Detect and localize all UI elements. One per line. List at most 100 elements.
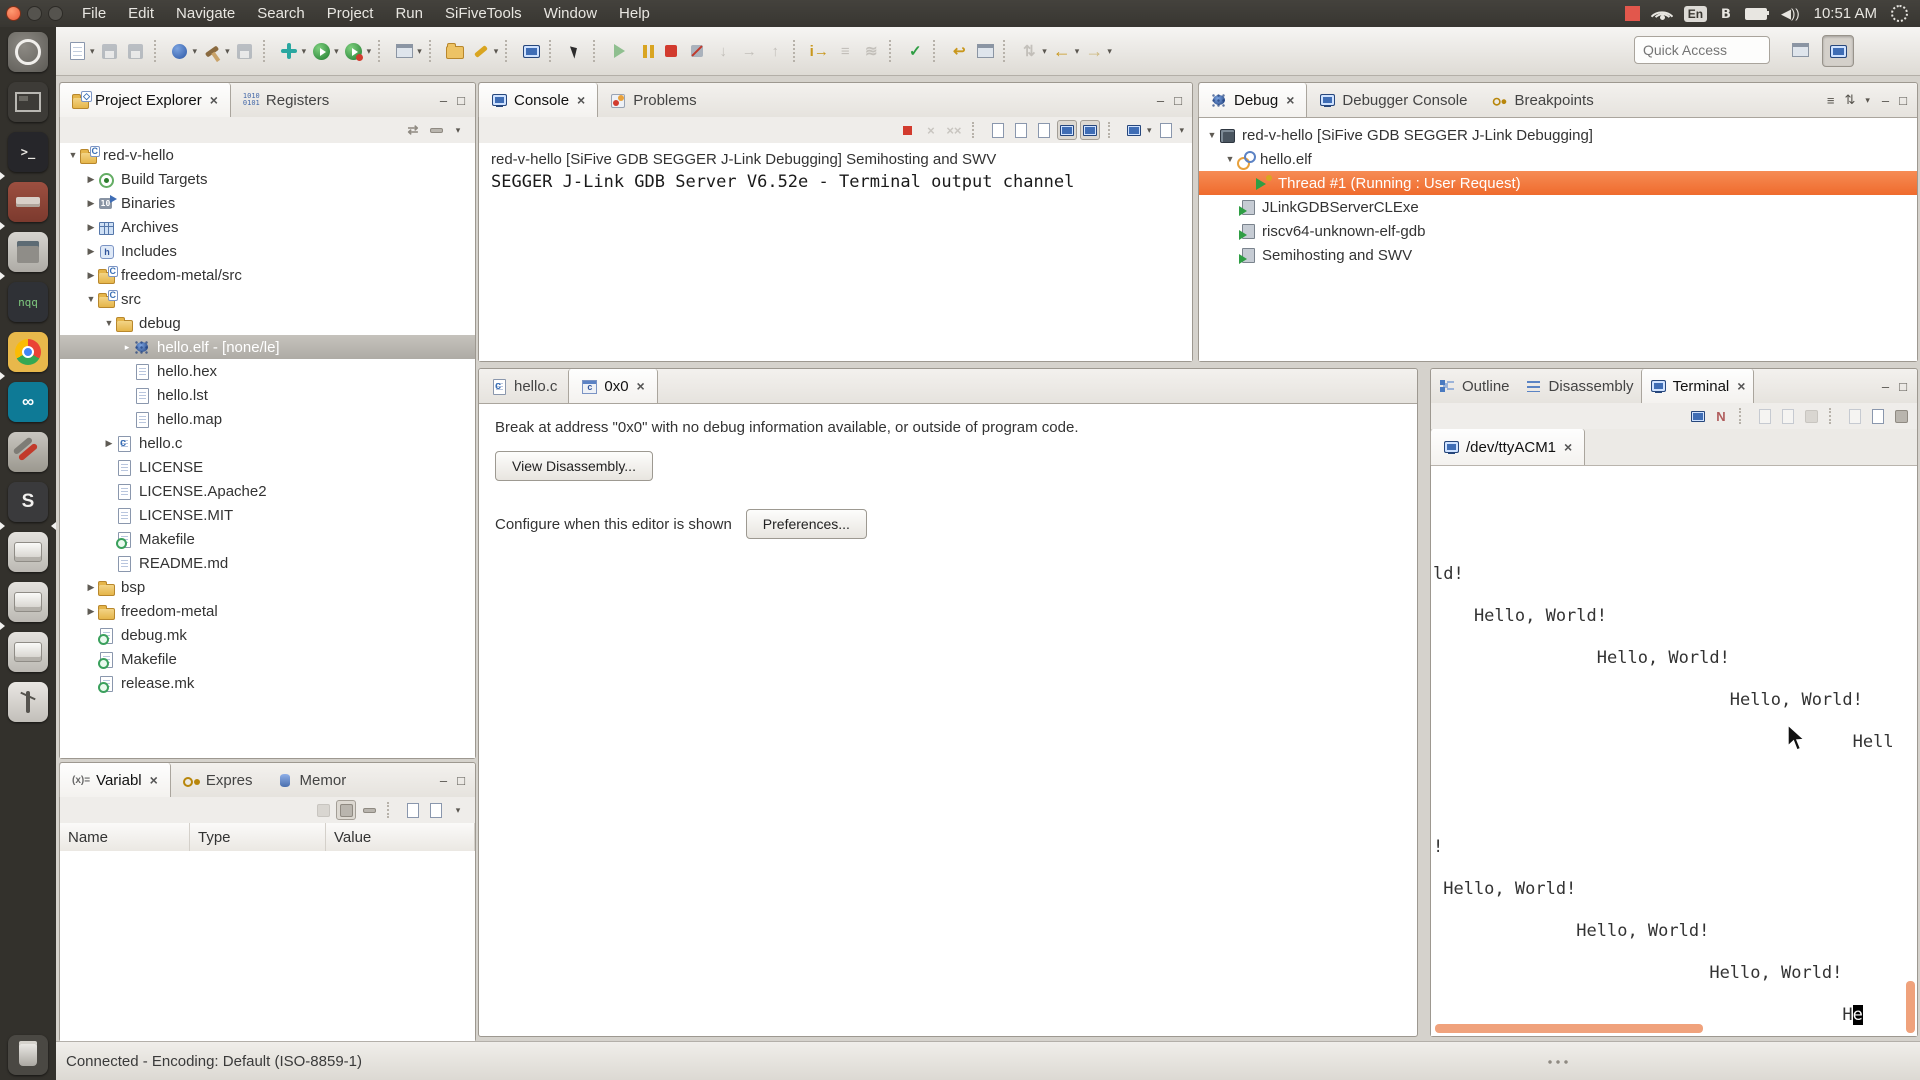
menu-navigate[interactable]: Navigate <box>165 0 246 27</box>
detail-pane-icon[interactable] <box>426 800 446 820</box>
open-perspective-button[interactable] <box>1785 35 1815 65</box>
launcher-calculator[interactable] <box>8 232 48 272</box>
debug-item-selected[interactable]: Thread #1 (Running : User Request) <box>1199 171 1917 195</box>
launcher-terminal[interactable]: >_ <box>8 132 48 172</box>
tab-0x0[interactable]: 0x0 × <box>568 369 657 403</box>
launcher-usb-drive[interactable] <box>8 682 48 722</box>
maximize-icon[interactable]: □ <box>457 93 465 108</box>
tab-memory[interactable]: Memor <box>265 763 359 797</box>
external-tools-button[interactable] <box>168 39 192 63</box>
tree-item[interactable]: ▶hello.c <box>60 431 475 455</box>
show-logical-structure-icon[interactable] <box>336 800 356 820</box>
column-type[interactable]: Type <box>190 823 326 851</box>
minimize-icon[interactable]: ‒ <box>440 93 447 108</box>
window-close-button[interactable] <box>6 6 21 21</box>
tree-item[interactable]: ▶bsp <box>60 575 475 599</box>
tab-problems[interactable]: Problems <box>598 83 708 117</box>
view-disassembly-button[interactable]: View Disassembly... <box>495 451 653 481</box>
debug-item[interactable]: riscv64-unknown-elf-gdb <box>1199 219 1917 243</box>
step-return-button[interactable]: ↑ <box>763 39 787 63</box>
back-dropdown-icon[interactable]: ▾ <box>1075 46 1080 57</box>
search-button[interactable] <box>469 39 493 63</box>
tree-item[interactable]: LICENSE.Apache2 <box>60 479 475 503</box>
tree-item[interactable]: ▼debug <box>60 311 475 335</box>
step-into-button[interactable]: ↓ <box>711 39 735 63</box>
preferences-button[interactable]: Preferences... <box>746 509 867 539</box>
close-icon[interactable]: × <box>1564 439 1572 455</box>
link-with-editor-icon[interactable]: ⇄ <box>403 120 423 140</box>
scroll-lock-icon[interactable] <box>1801 406 1821 426</box>
tab-outline[interactable]: Outline <box>1431 369 1518 403</box>
remove-all-launches-icon[interactable]: ×× <box>944 120 964 140</box>
save-all-button[interactable] <box>124 39 148 63</box>
disconnect-button[interactable] <box>685 39 709 63</box>
debug-item[interactable]: Semihosting and SWV <box>1199 243 1917 267</box>
tab-dev-ttyacm1[interactable]: /dev/ttyACM1 × <box>1430 429 1585 465</box>
quick-access-input[interactable] <box>1634 36 1770 64</box>
display-selected-console-icon[interactable] <box>1124 120 1144 140</box>
tab-disassembly[interactable]: Disassembly <box>1518 369 1642 403</box>
word-wrap-icon[interactable] <box>1034 120 1054 140</box>
window-minimize-button[interactable] <box>27 6 42 21</box>
tree-item[interactable]: LICENSE.MIT <box>60 503 475 527</box>
forward-dropdown-icon[interactable]: ▾ <box>1107 46 1112 57</box>
tree-item[interactable]: ▶Cfreedom-metal/src <box>60 263 475 287</box>
tab-console[interactable]: Console × <box>478 83 598 117</box>
launcher-arduino[interactable]: ∞ <box>8 382 48 422</box>
external-tools-dropdown-icon[interactable]: ▾ <box>193 46 198 57</box>
tree-item[interactable]: ▶Includes <box>60 239 475 263</box>
forward-button[interactable]: → <box>1082 39 1106 63</box>
build-dropdown-icon[interactable]: ▾ <box>225 46 230 57</box>
trim-handle-dots[interactable] <box>1546 1060 1570 1064</box>
bluetooth-icon[interactable]: 𝗕 <box>1721 6 1731 22</box>
annotations-button[interactable] <box>973 39 997 63</box>
display-console-dropdown-icon[interactable]: ▾ <box>1147 125 1152 136</box>
run-dropdown-icon[interactable]: ▾ <box>334 46 339 57</box>
view-menu-icon[interactable]: ▾ <box>449 120 469 140</box>
tree-item[interactable]: hello.map <box>60 407 475 431</box>
minimize-icon[interactable]: ‒ <box>1882 93 1889 108</box>
build-all-button[interactable] <box>233 39 257 63</box>
vertical-scrollbar[interactable] <box>1906 981 1915 1033</box>
profile-dropdown-icon[interactable]: ▾ <box>367 46 372 57</box>
tree-item[interactable]: ▶Binaries <box>60 191 475 215</box>
launcher-disk-1[interactable] <box>8 532 48 572</box>
tab-debug[interactable]: Debug × <box>1198 83 1307 117</box>
debug-perspective-button[interactable] <box>1822 35 1854 67</box>
step-over-button[interactable]: → <box>737 39 761 63</box>
column-name[interactable]: Name <box>60 823 190 851</box>
menu-run[interactable]: Run <box>384 0 434 27</box>
launcher-disk-3[interactable] <box>8 632 48 672</box>
connect-terminal-icon[interactable] <box>1688 406 1708 426</box>
memory-view-button[interactable]: ≡ <box>833 39 857 63</box>
tab-project-explorer[interactable]: ◇ Project Explorer × <box>59 83 231 117</box>
tab-expressions[interactable]: Expres <box>171 763 265 797</box>
debug-dropdown-icon[interactable]: ▾ <box>302 46 307 57</box>
launcher-system-tools[interactable] <box>8 432 48 472</box>
launcher-dash-home[interactable] <box>8 32 48 72</box>
tree-item[interactable]: hello.lst <box>60 383 475 407</box>
minimize-icon[interactable]: ‒ <box>1882 379 1889 394</box>
launcher-segger-tool[interactable]: S <box>8 482 48 522</box>
tree-item[interactable]: LICENSE <box>60 455 475 479</box>
menu-window[interactable]: Window <box>533 0 608 27</box>
terminal-settings-icon[interactable] <box>1891 406 1911 426</box>
view-menu-icon[interactable]: ▾ <box>1865 95 1870 106</box>
open-console-icon[interactable] <box>1156 120 1176 140</box>
maximize-icon[interactable]: □ <box>457 773 465 788</box>
tree-item[interactable]: ▼Cred-v-hello <box>60 143 475 167</box>
tree-item[interactable]: README.md <box>60 551 475 575</box>
copy-icon[interactable] <box>1845 406 1865 426</box>
terminal-output[interactable]: ld! Hello, World! Hello, World! Hello, W… <box>1431 466 1917 1036</box>
menu-search[interactable]: Search <box>246 0 316 27</box>
menu-file[interactable]: File <box>71 0 117 27</box>
launcher-notepadqq[interactable]: nqq <box>8 282 48 322</box>
instruction-stepping-button[interactable]: i→ <box>807 39 831 63</box>
tab-registers[interactable]: Registers <box>231 83 341 117</box>
show-type-names-icon[interactable] <box>313 800 333 820</box>
filter-icon[interactable]: ≡ <box>1827 93 1835 108</box>
remove-launch-icon[interactable]: × <box>921 120 941 140</box>
debug-item[interactable]: JLinkGDBServerCLExe <box>1199 195 1917 219</box>
back-button[interactable]: ← <box>1050 39 1074 63</box>
wifi-icon[interactable] <box>1654 8 1670 20</box>
